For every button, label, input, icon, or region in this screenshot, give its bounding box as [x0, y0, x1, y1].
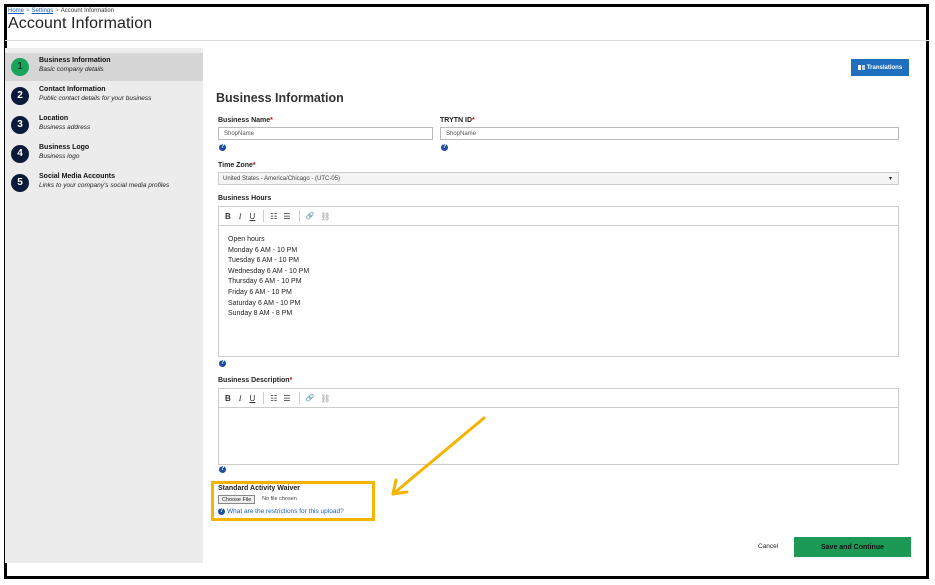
save-and-continue-button[interactable]: Save and Continue	[794, 537, 911, 557]
cancel-button[interactable]: Cancel	[758, 543, 778, 550]
annotation-arrow-icon	[391, 416, 486, 496]
